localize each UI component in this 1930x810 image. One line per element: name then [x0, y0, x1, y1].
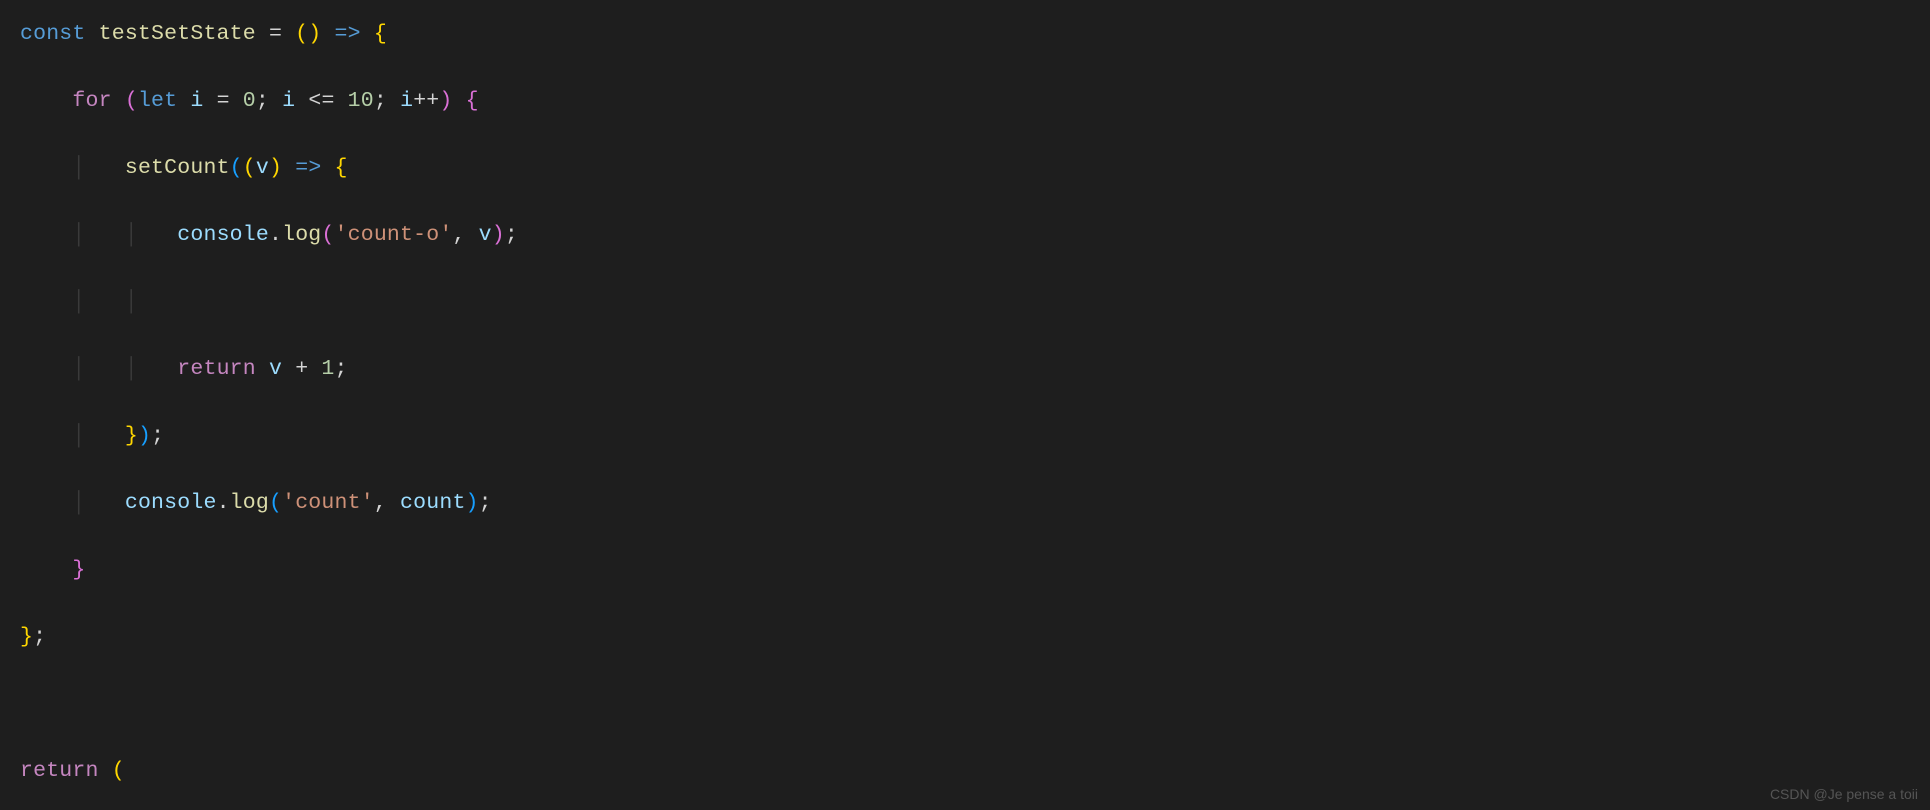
code-line: │ }); [20, 420, 1930, 454]
code-line: const testSetState = () => { [20, 18, 1930, 52]
watermark-text: CSDN @Je pense a toii [1770, 786, 1918, 802]
code-line [20, 688, 1930, 722]
code-line: │ │ console.log('count-o', v); [20, 219, 1930, 253]
code-line: │ │ [20, 286, 1930, 320]
code-line: }; [20, 621, 1930, 655]
code-line: │ console.log('count', count); [20, 487, 1930, 521]
code-line: } [20, 554, 1930, 588]
code-line: return ( [20, 755, 1930, 789]
code-line: for (let i = 0; i <= 10; i++) { [20, 85, 1930, 119]
code-editor[interactable]: const testSetState = () => { for (let i … [0, 0, 1930, 810]
code-line: │ setCount((v) => { [20, 152, 1930, 186]
code-line: │ │ return v + 1; [20, 353, 1930, 387]
